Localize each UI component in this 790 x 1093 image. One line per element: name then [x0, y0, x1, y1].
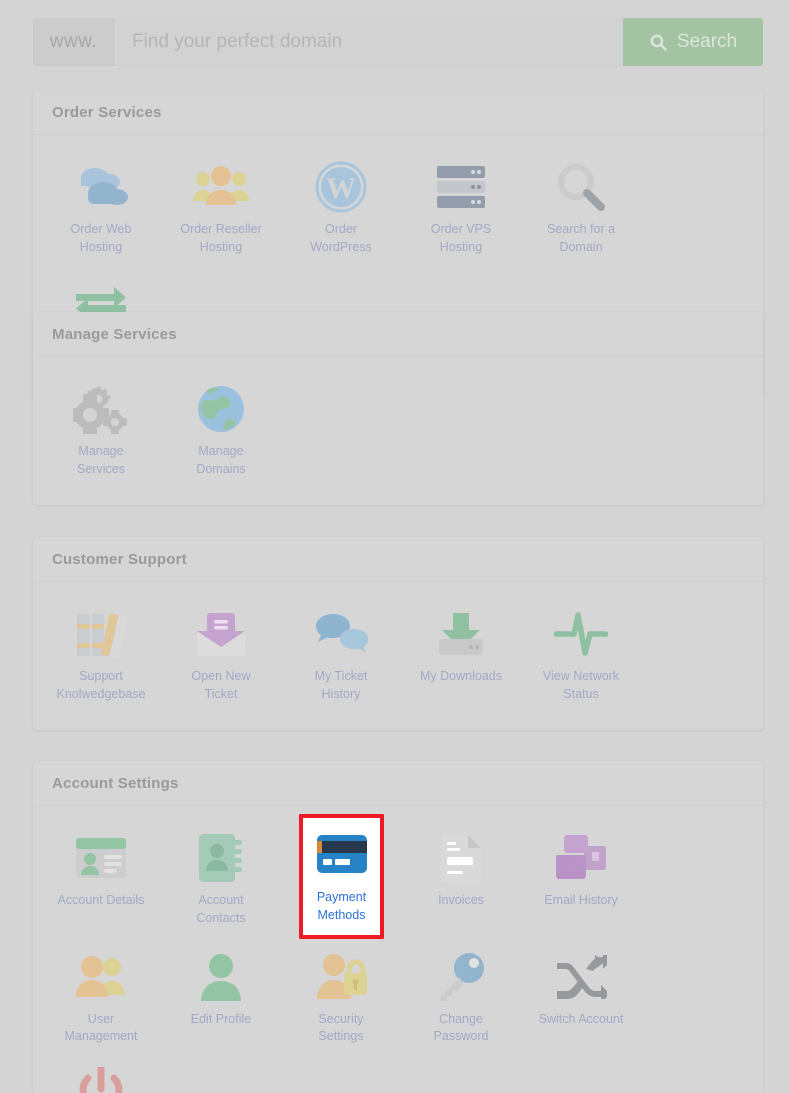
- wordpress-icon: W: [313, 159, 369, 215]
- tile-label: Order VPS Hosting: [430, 222, 492, 254]
- person-lock-icon: [313, 949, 369, 1005]
- search-button[interactable]: Search: [623, 18, 763, 66]
- tile-grid: Support Knolwedgebase Open New Ticket My Tic…: [41, 596, 755, 712]
- tile-label: Manage Domains: [196, 444, 246, 476]
- tile-label: Open New Ticket: [191, 669, 251, 701]
- download-icon: [433, 606, 489, 662]
- users-group-icon: [193, 159, 249, 215]
- person-icon: [193, 949, 249, 1005]
- envelopes-stack-icon: [553, 830, 609, 886]
- tile-label: Email History: [544, 893, 618, 907]
- panel-header: Order Services: [33, 90, 763, 135]
- tile-view-network-status[interactable]: View Network Status: [521, 596, 641, 712]
- tile-logout[interactable]: Logout: [41, 1054, 161, 1093]
- tile-label: Security Settings: [318, 1011, 364, 1044]
- panel-body: Manage Services Manage Domains: [33, 357, 763, 505]
- globe-icon: [193, 381, 249, 437]
- svg-text:W: W: [326, 172, 356, 205]
- panel-header: Customer Support: [33, 537, 763, 582]
- tile-label: My Ticket History: [314, 669, 368, 701]
- speech-bubbles-icon: [313, 606, 369, 662]
- tile-label: Edit Profile: [190, 1011, 252, 1026]
- two-users-icon: [73, 949, 129, 1005]
- tile-order-reseller-hosting[interactable]: Order Reseller Hosting: [161, 149, 281, 265]
- panel-title: Customer Support: [52, 550, 187, 568]
- power-icon: [73, 1064, 129, 1093]
- panel-body: Account Details Account Contacts Payment Met…: [33, 806, 763, 1093]
- id-card-icon: [73, 830, 129, 886]
- panel-body: Support Knolwedgebase Open New Ticket My Tic…: [33, 582, 763, 730]
- tile-account-details[interactable]: Account Details: [41, 820, 161, 939]
- tile-label: Switch Account: [538, 1011, 624, 1026]
- tile-label: My Downloads: [420, 669, 502, 683]
- tile-user-management[interactable]: User Management: [41, 939, 161, 1055]
- server-icon: [433, 159, 489, 215]
- panel-title: Account Settings: [52, 774, 179, 792]
- tile-payment-methods[interactable]: Payment Methods: [299, 814, 384, 939]
- panel-account-settings: Account Settings Account Details Account Co…: [33, 761, 763, 1093]
- envelope-ticket-icon: [193, 606, 249, 662]
- tile-label: Manage Services: [77, 444, 125, 476]
- panel-manage-services: Manage Services Manage Services Manage Domai…: [33, 312, 763, 505]
- key-icon: [433, 949, 489, 1005]
- panel-customer-support: Customer Support Support Knolwedgebase Open…: [33, 537, 763, 730]
- panel-title: Order Services: [52, 103, 162, 121]
- tile-grid: Manage Services Manage Domains: [41, 371, 755, 487]
- tile-label: Account Contacts: [196, 893, 246, 925]
- domain-search-input[interactable]: [114, 18, 623, 66]
- tile-label: Change Password: [433, 1011, 489, 1044]
- tile-order-wordpress[interactable]: W Order WordPress: [281, 149, 401, 265]
- tile-label: Support Knolwedgebase: [56, 669, 146, 701]
- tile-label: View Network Status: [542, 669, 620, 701]
- tile-search-for-a-domain[interactable]: Search for a Domain: [521, 149, 641, 265]
- tile-open-new-ticket[interactable]: Open New Ticket: [161, 596, 281, 712]
- tile-order-web-hosting[interactable]: Order Web Hosting: [41, 149, 161, 265]
- search-button-label: Search: [676, 31, 738, 52]
- tile-label: Payment Methods: [316, 890, 367, 922]
- tile-change-password[interactable]: Change Password: [401, 939, 521, 1055]
- panel-header: Manage Services: [33, 312, 763, 357]
- tile-my-ticket-history[interactable]: My Ticket History: [281, 596, 401, 712]
- search-icon: [649, 33, 668, 52]
- www-prefix-label: www.: [33, 18, 114, 66]
- tile-label: User Management: [64, 1011, 138, 1044]
- gears-icon: [73, 381, 129, 437]
- domain-search-bar: www. Search: [33, 18, 763, 66]
- books-icon: [73, 606, 129, 662]
- tile-security-settings[interactable]: Security Settings: [281, 939, 401, 1055]
- panel-header: Account Settings: [33, 761, 763, 806]
- tile-label: Order Web Hosting: [70, 222, 132, 254]
- tile-label: Order Reseller Hosting: [180, 222, 262, 254]
- tile-switch-account[interactable]: Switch Account: [521, 939, 641, 1055]
- tile-manage-domains[interactable]: Manage Domains: [161, 371, 281, 487]
- tile-edit-profile[interactable]: Edit Profile: [161, 939, 281, 1055]
- tile-order-vps-hosting[interactable]: Order VPS Hosting: [401, 149, 521, 265]
- tile-my-downloads[interactable]: My Downloads: [401, 596, 521, 712]
- invoice-document-icon: [433, 830, 489, 886]
- heartbeat-icon: [553, 606, 609, 662]
- magnifier-icon: [553, 159, 609, 215]
- tile-label: Invoices: [438, 893, 484, 907]
- panel-title: Manage Services: [52, 325, 177, 343]
- tile-support-knolwedgebase[interactable]: Support Knolwedgebase: [41, 596, 161, 712]
- tile-label: Order WordPress: [310, 222, 372, 254]
- tile-grid: Account Details Account Contacts Payment Met…: [41, 814, 755, 1093]
- cloud-icon: [73, 159, 129, 215]
- address-book-icon: [193, 830, 249, 886]
- dashboard-page: www. Search Order Services Order WebHosti…: [0, 0, 790, 1093]
- tile-label: Account Details: [57, 893, 145, 907]
- shuffle-icon: [553, 949, 609, 1005]
- tile-email-history[interactable]: Email History: [521, 820, 641, 939]
- tile-account-contacts[interactable]: Account Contacts: [161, 820, 281, 939]
- tile-label: Search for a Domain: [546, 222, 616, 254]
- tile-invoices[interactable]: Invoices: [401, 820, 521, 939]
- tile-manage-services[interactable]: Manage Services: [41, 371, 161, 487]
- credit-card-icon: [314, 826, 370, 882]
